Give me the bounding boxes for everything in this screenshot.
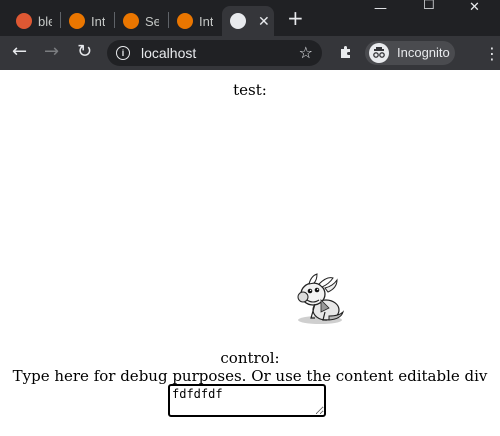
tab-title: Int — [199, 13, 213, 29]
tab-strip: ble Int Se Int ✕ + — ☐ ✕ — [0, 0, 500, 36]
duckduckgo-icon — [16, 13, 32, 29]
tab-title: ble — [38, 13, 52, 29]
tab-title: Se — [145, 13, 159, 29]
tab-2[interactable]: Int — [63, 6, 105, 36]
incognito-icon — [369, 43, 389, 63]
control-label: control: — [220, 349, 280, 367]
close-window-button[interactable]: ✕ — [469, 0, 480, 16]
tab-divider — [168, 12, 169, 28]
globe-icon — [230, 13, 246, 29]
back-button[interactable]: ← — [12, 42, 27, 62]
blender-icon — [69, 13, 85, 29]
incognito-profile-button[interactable]: Incognito — [365, 41, 455, 65]
blender-icon — [123, 13, 139, 29]
tab-3[interactable]: Se — [117, 6, 159, 36]
minimize-button[interactable]: — — [374, 1, 387, 17]
maximize-button[interactable]: ☐ — [423, 0, 435, 14]
puzzle-icon[interactable] — [338, 44, 354, 64]
browser-toolbar: ← → ↻ i localhost ☆ Incognito ⋮ — [0, 36, 500, 70]
close-tab-icon[interactable]: ✕ — [258, 13, 270, 30]
tab-title: Int — [91, 13, 105, 29]
tab-active-localhost[interactable]: ✕ — [222, 6, 274, 36]
reload-button[interactable]: ↻ — [77, 42, 92, 62]
tab-divider — [114, 12, 115, 28]
incognito-label: Incognito — [397, 45, 450, 60]
browser-menu-icon[interactable]: ⋮ — [484, 44, 500, 63]
debug-textarea[interactable]: fdfdfdf — [168, 384, 326, 417]
bookmark-star-icon[interactable]: ☆ — [299, 43, 313, 62]
blender-icon — [177, 13, 193, 29]
test-label: test: — [233, 81, 267, 99]
forward-button[interactable]: → — [44, 42, 59, 62]
content-editable-div[interactable] — [0, 100, 500, 345]
tab-divider — [60, 12, 61, 28]
tab-1[interactable]: ble — [10, 6, 52, 36]
address-bar[interactable]: i localhost ☆ — [107, 40, 322, 66]
cartoon-creature-sprite — [297, 273, 345, 324]
page-content: test: control: Type here for debug purpo… — [0, 70, 500, 436]
tab-4[interactable]: Int — [171, 6, 213, 36]
new-tab-button[interactable]: + — [287, 6, 304, 30]
url-text[interactable]: localhost — [141, 45, 196, 61]
site-info-icon[interactable]: i — [116, 46, 130, 60]
